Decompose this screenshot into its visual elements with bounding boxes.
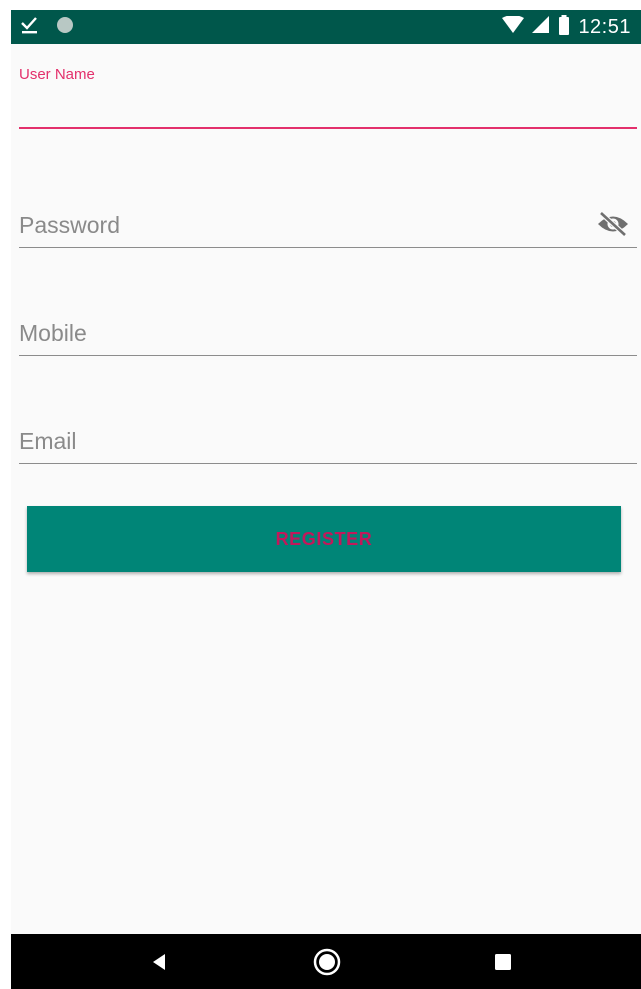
mobile-field[interactable]: Mobile (19, 302, 637, 358)
wifi-icon (502, 14, 525, 39)
recents-icon[interactable] (483, 934, 523, 989)
battery-icon (558, 14, 570, 40)
navigation-bar (11, 934, 641, 989)
username-field[interactable]: User Name (19, 44, 637, 134)
mobile-underline (19, 355, 637, 356)
app-screen: 12:51 User Name Password Mobile Email RE… (11, 10, 641, 989)
password-field[interactable]: Password (19, 194, 637, 250)
mobile-placeholder: Mobile (19, 320, 87, 346)
register-button[interactable]: REGISTER (27, 506, 621, 572)
email-underline (19, 463, 637, 464)
status-bar: 12:51 (11, 10, 641, 44)
back-icon[interactable] (139, 934, 179, 989)
username-underline (19, 127, 637, 129)
cell-signal-icon (532, 15, 550, 39)
username-label: User Name (19, 66, 95, 83)
home-icon[interactable] (307, 934, 347, 989)
download-done-icon (19, 14, 41, 41)
password-placeholder: Password (19, 212, 120, 238)
register-form: User Name Password Mobile Email REGISTER (11, 44, 641, 934)
notification-dot-icon (55, 15, 75, 40)
visibility-off-icon[interactable] (595, 211, 631, 237)
email-field[interactable]: Email (19, 410, 637, 466)
status-time: 12:51 (578, 15, 631, 38)
email-placeholder: Email (19, 428, 77, 454)
password-underline (19, 247, 637, 248)
